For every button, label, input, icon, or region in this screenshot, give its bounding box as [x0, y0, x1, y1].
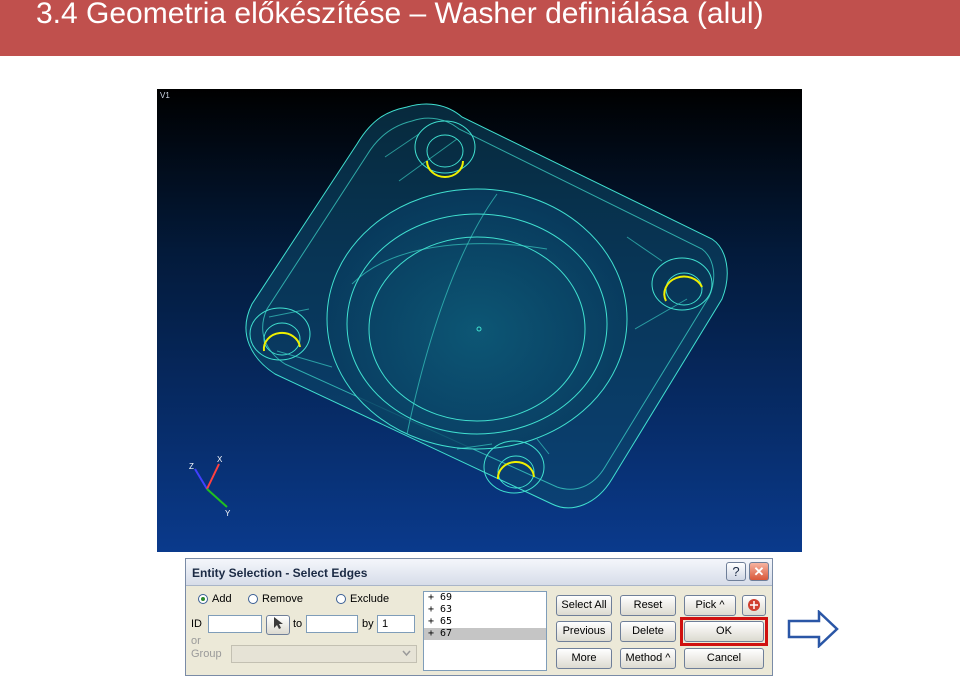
right-arrow-icon	[787, 610, 839, 648]
radio-add[interactable]: Add	[198, 593, 232, 605]
delete-button[interactable]: Delete	[620, 621, 676, 642]
radio-exclude[interactable]: Exclude	[336, 593, 389, 605]
list-item-selected[interactable]: + 67	[424, 628, 546, 640]
by-label: by	[362, 618, 374, 630]
ok-button-highlight	[680, 617, 768, 646]
entity-selection-dialog: Entity Selection - Select Edges ? ✕ Add …	[185, 558, 773, 676]
dialog-title-bar: Entity Selection - Select Edges ? ✕	[186, 559, 772, 586]
list-item[interactable]: + 69	[424, 592, 546, 604]
group-select[interactable]	[231, 645, 417, 663]
to-input[interactable]	[306, 615, 358, 633]
or-label: or	[191, 635, 201, 647]
axis-x-label: X	[217, 455, 223, 464]
radio-add-label: Add	[212, 593, 232, 605]
group-label: Group	[191, 648, 222, 660]
radio-exclude-label: Exclude	[350, 593, 390, 605]
id-label: ID	[191, 618, 202, 630]
options-icon-button[interactable]	[742, 595, 766, 616]
radio-exclude-indicator	[336, 594, 346, 604]
list-item[interactable]: + 63	[424, 604, 546, 616]
chevron-down-icon	[402, 650, 411, 657]
bowl-outer	[326, 188, 628, 450]
part-model: Z X Y	[189, 103, 728, 518]
slide-title: 3.4 Geometria előkészítése – Washer defi…	[36, 0, 764, 30]
radio-remove-indicator	[248, 594, 258, 604]
radio-remove[interactable]: Remove	[248, 593, 303, 605]
radio-remove-label: Remove	[262, 593, 303, 605]
axis-z-label: Z	[189, 462, 194, 471]
axis-y-label: Y	[225, 509, 231, 518]
pick-entity-button[interactable]	[266, 615, 290, 635]
pick-button[interactable]: Pick ^	[684, 595, 736, 616]
slide-title-bar: 3.4 Geometria előkészítése – Washer defi…	[0, 0, 960, 56]
select-all-button[interactable]: Select All	[556, 595, 612, 616]
id-input[interactable]	[208, 615, 262, 633]
axis-triad	[194, 463, 228, 508]
list-item[interactable]: + 65	[424, 616, 546, 628]
selected-edges-list[interactable]: + 69 + 63 + 65 + 67	[423, 591, 547, 671]
radio-add-indicator	[198, 594, 208, 604]
cursor-arrow-icon	[274, 617, 283, 629]
previous-button[interactable]: Previous	[556, 621, 612, 642]
cancel-button[interactable]: Cancel	[684, 648, 764, 669]
to-label: to	[293, 618, 303, 630]
by-input[interactable]: 1	[377, 615, 415, 633]
more-button[interactable]: More	[556, 648, 612, 669]
method-button[interactable]: Method ^	[620, 648, 676, 669]
close-button[interactable]: ✕	[749, 562, 769, 581]
entity-options-icon	[748, 599, 760, 611]
help-button[interactable]: ?	[726, 562, 746, 581]
reset-button[interactable]: Reset	[620, 595, 676, 616]
graphics-viewport[interactable]: V1 Z X Y	[157, 89, 802, 552]
dialog-title: Entity Selection - Select Edges	[192, 566, 368, 580]
